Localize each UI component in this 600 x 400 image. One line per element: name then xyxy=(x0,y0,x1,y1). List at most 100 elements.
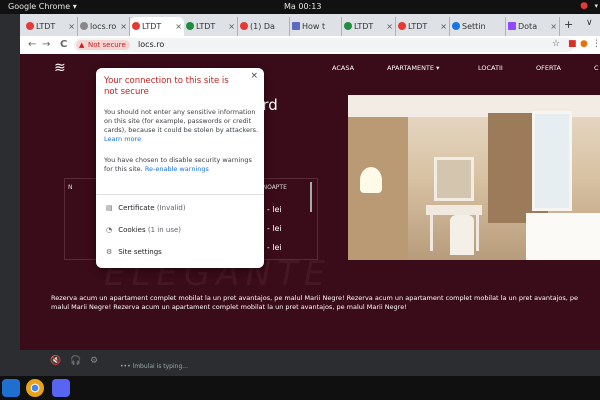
promo-text: Rezerva acum un apartament complet mobil… xyxy=(51,294,578,311)
menu-icon[interactable]: ⋮ xyxy=(592,39,600,49)
system-menu-chevron-icon[interactable]: ▾ xyxy=(594,2,598,10)
url-text[interactable]: locs.ro xyxy=(138,40,164,50)
tab-label: Dota xyxy=(518,22,538,31)
photo-bed xyxy=(526,213,600,260)
favicon-icon xyxy=(398,22,406,30)
re-enable-warnings-link[interactable]: Re-enable warnings xyxy=(145,165,209,173)
tab-label: LTDT xyxy=(142,22,162,31)
tab-label: locs.ro xyxy=(90,22,117,31)
browser-toolbar: ← → C ▲ Not secure locs.ro ☆ ■ ● ⋮ xyxy=(20,36,600,54)
close-icon[interactable]: × xyxy=(68,17,75,36)
cookies-count: (1 in use) xyxy=(147,226,182,234)
chrome-icon[interactable] xyxy=(26,379,44,397)
site-settings-item[interactable]: ⚙ Site settings xyxy=(106,247,162,257)
nav-item-contact[interactable]: C xyxy=(594,64,599,72)
nav-item-locatii[interactable]: LOCATII xyxy=(478,64,503,72)
address-bar[interactable]: ▲ Not secure locs.ro xyxy=(74,38,574,52)
recording-indicator-icon: ● xyxy=(580,1,588,11)
tab[interactable]: (1) Da xyxy=(238,17,290,36)
nav-item-oferta[interactable]: OFERTA xyxy=(536,64,561,72)
close-icon[interactable]: × xyxy=(386,17,393,36)
photo-chair xyxy=(450,215,474,255)
nav-item-apartamente[interactable]: APARTAMENTE ▾ xyxy=(387,64,439,72)
tab-active[interactable]: LTDT × xyxy=(130,17,184,36)
favicon-icon xyxy=(80,22,88,30)
apartment-photo xyxy=(348,95,600,260)
favicon-icon xyxy=(344,22,352,30)
tab[interactable]: LTDT × xyxy=(342,17,396,36)
close-icon[interactable]: × xyxy=(550,17,557,36)
tab[interactable]: locs.ro × xyxy=(78,17,130,36)
profile-avatar-icon[interactable]: ● xyxy=(580,39,588,49)
tab-label: LTDT xyxy=(36,22,56,31)
mute-icon: 🔇 xyxy=(50,356,62,366)
photo-desk xyxy=(426,205,482,215)
nav-item-acasa[interactable]: ACASA xyxy=(332,64,354,72)
forward-icon[interactable]: → xyxy=(42,39,50,50)
site-settings-label: Site settings xyxy=(118,248,162,256)
security-chip-label: Not secure xyxy=(88,41,126,49)
tab[interactable]: LTDT × xyxy=(184,17,238,36)
tab-label: Settin xyxy=(462,22,486,31)
photo-window xyxy=(532,111,572,211)
tab-label: (1) Da xyxy=(250,22,275,31)
tab[interactable]: LTDT × xyxy=(24,17,78,36)
background-app-strip xyxy=(0,14,20,376)
reload-icon[interactable]: C xyxy=(60,39,67,50)
close-icon[interactable]: × xyxy=(228,17,235,36)
system-top-bar: Google Chrome ▾ Ma 00:13 ● ▾ xyxy=(0,0,600,14)
background-app-footer: 🔇 🎧 ⚙ ••• lmbulai is typing... xyxy=(0,350,600,376)
popup-title: Your connection to this site is not secu… xyxy=(104,76,229,97)
window-controls-icon[interactable]: ∨ xyxy=(586,18,593,28)
certificate-icon: ▤ xyxy=(106,204,113,212)
bookmark-star-icon[interactable]: ☆ xyxy=(552,39,560,49)
cookies-item[interactable]: ◔ Cookies (1 in use) xyxy=(106,225,181,235)
photo-desk-leg xyxy=(476,215,479,251)
tab[interactable]: Settin xyxy=(450,17,506,36)
cookies-label: Cookies xyxy=(118,226,146,234)
site-logo-icon[interactable]: ≋ xyxy=(54,60,70,76)
table-header-name: N xyxy=(68,184,73,191)
security-chip[interactable]: ▲ Not secure xyxy=(76,40,130,50)
new-tab-button[interactable]: + xyxy=(564,18,573,31)
certificate-status: (Invalid) xyxy=(156,204,186,212)
headphones-icon: 🎧 xyxy=(70,356,82,366)
learn-more-link[interactable]: Learn more xyxy=(104,135,141,143)
cookie-icon: ◔ xyxy=(106,226,113,234)
close-icon[interactable]: × xyxy=(175,17,182,36)
close-icon[interactable]: × xyxy=(440,17,447,36)
tab[interactable]: Dota × xyxy=(506,17,560,36)
browser-window: LTDT × locs.ro × LTDT × LTDT × (1) Da Ho… xyxy=(20,14,600,350)
tab-label: LTDT xyxy=(354,22,374,31)
certificate-item[interactable]: ▤ Certificate (Invalid) xyxy=(106,203,186,213)
table-scrollbar[interactable] xyxy=(310,182,312,212)
back-icon[interactable]: ← xyxy=(28,39,36,50)
tab[interactable]: How t xyxy=(290,17,342,36)
extension-icon[interactable]: ■ xyxy=(568,39,577,49)
favicon-icon xyxy=(292,22,300,30)
app-menu[interactable]: Google Chrome ▾ xyxy=(8,2,77,11)
settings-icon: ⚙ xyxy=(90,356,99,366)
chevron-down-icon: ▾ xyxy=(72,2,77,11)
tab-label: LTDT xyxy=(196,22,216,31)
favicon-icon xyxy=(26,22,34,30)
discord-icon[interactable] xyxy=(52,379,70,397)
popup-warning-text: You should not enter any sensitive infor… xyxy=(104,108,260,144)
photo-mirror xyxy=(434,157,474,201)
favicon-icon xyxy=(240,22,248,30)
dock xyxy=(0,376,600,400)
vscode-icon[interactable] xyxy=(2,379,20,397)
divider xyxy=(96,194,264,195)
site-info-popup: × Your connection to this site is not se… xyxy=(96,68,264,268)
clock[interactable]: Ma 00:13 xyxy=(284,2,321,11)
tab-strip: LTDT × locs.ro × LTDT × LTDT × (1) Da Ho… xyxy=(20,14,600,36)
app-menu-label: Google Chrome xyxy=(8,2,71,11)
tab-label: LTDT xyxy=(408,22,428,31)
popup-disabled-text: You have chosen to disable security warn… xyxy=(104,156,260,174)
gear-icon: ⚙ xyxy=(106,248,113,256)
photo-lamp xyxy=(360,167,382,193)
close-icon[interactable]: × xyxy=(120,17,127,36)
close-icon[interactable]: × xyxy=(250,71,258,81)
popup-warning-body: You should not enter any sensitive infor… xyxy=(104,108,259,134)
tab[interactable]: LTDT × xyxy=(396,17,450,36)
